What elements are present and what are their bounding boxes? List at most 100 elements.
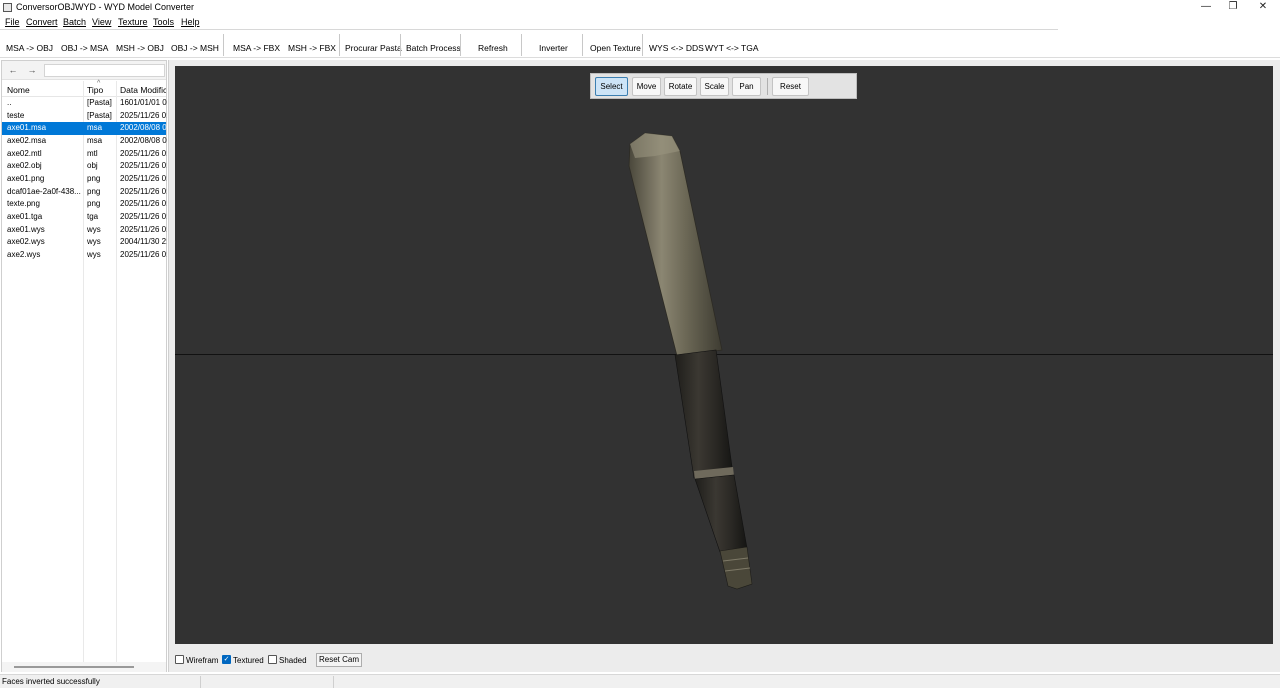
file-date: 2025/11/26 0: (120, 199, 167, 209)
close-button[interactable]: ✕ (1248, 0, 1278, 15)
procurar-pasta-button[interactable]: Procurar Pasta (345, 43, 402, 53)
file-row[interactable]: axe2.wys wys 2025/11/26 0: (2, 249, 167, 262)
render-options-bar: Wirefram ✓ Textured Shaded Reset Cam (168, 651, 1280, 671)
file-type: png (87, 186, 101, 196)
file-row[interactable]: axe02.obj obj 2025/11/26 0: (2, 160, 167, 173)
pan-tool-button[interactable]: Pan (732, 77, 761, 96)
inverter-button[interactable]: Inverter (539, 43, 568, 53)
title-bar: ConversorOBJWYD - WYD Model Converter — … (0, 0, 1280, 15)
toolbar-separator (339, 34, 340, 56)
scale-tool-button[interactable]: Scale (700, 77, 729, 96)
file-row[interactable]: axe01.png png 2025/11/26 0: (2, 173, 167, 186)
file-name: axe02.wys (7, 237, 45, 247)
file-date: 2025/11/26 0: (120, 148, 167, 158)
rotate-tool-button[interactable]: Rotate (664, 77, 697, 96)
file-date: 2025/11/26 0: (120, 161, 167, 171)
column-header-type[interactable]: Tipo (87, 85, 103, 95)
textured-label: Textured (233, 656, 264, 665)
wyt-tga-button[interactable]: WYT <-> TGA (705, 43, 759, 53)
file-name: axe02.mtl (7, 148, 42, 158)
shaded-label: Shaded (279, 656, 307, 665)
file-type: mtl (87, 148, 98, 158)
batch-process-button[interactable]: Batch Process (406, 43, 461, 53)
select-tool-button[interactable]: Select (595, 77, 628, 96)
file-name: texte.png (7, 199, 40, 209)
file-name: axe01.msa (7, 123, 47, 133)
textured-checkbox[interactable]: ✓ (222, 655, 231, 664)
file-name: axe02.msa (7, 135, 47, 145)
restore-button[interactable]: ❐ (1218, 0, 1248, 15)
menu-view[interactable]: View (92, 17, 111, 27)
horizontal-scrollbar-thumb[interactable] (14, 666, 134, 668)
status-divider (333, 676, 334, 688)
file-row[interactable]: .. [Pasta] 1601/01/01 0( (2, 97, 167, 110)
open-texture-button[interactable]: Open Texture (590, 43, 641, 53)
file-type: [Pasta] (87, 110, 112, 120)
file-type: png (87, 173, 101, 183)
file-name: axe2.wys (7, 249, 41, 259)
file-date: 2025/11/26 0: (120, 224, 167, 234)
file-name: dcaf01ae-2a0f-438... (7, 186, 81, 196)
file-name: axe01.wys (7, 224, 45, 234)
axe-grip-lower (694, 474, 748, 553)
file-name: axe02.obj (7, 161, 42, 171)
wys-dds-button[interactable]: WYS <-> DDS (649, 43, 704, 53)
file-date: 2025/11/26 0: (120, 110, 167, 120)
file-row[interactable]: axe01.wys wys 2025/11/26 0: (2, 224, 167, 237)
file-row[interactable]: dcaf01ae-2a0f-438... png 2025/11/26 0: (2, 186, 167, 199)
file-date: 2004/11/30 2: (120, 237, 167, 247)
wireframe-checkbox[interactable] (175, 655, 184, 664)
file-type: wys (87, 224, 101, 234)
file-date: 2025/11/26 0: (120, 186, 167, 196)
toolbar-separator (642, 34, 643, 56)
menu-tools[interactable]: Tools (153, 17, 174, 27)
toolbar-separator (460, 34, 461, 56)
file-row[interactable]: axe02.mtl mtl 2025/11/26 0: (2, 148, 167, 161)
status-divider (200, 676, 201, 688)
file-row[interactable]: texte.png png 2025/11/26 0: (2, 198, 167, 211)
menu-bar: File Convert Batch View Texture Tools He… (0, 15, 1280, 29)
file-row[interactable]: teste [Pasta] 2025/11/26 0: (2, 110, 167, 123)
toolbar-separator (400, 34, 401, 56)
minimize-button[interactable]: — (1191, 0, 1221, 15)
file-date: 2002/08/08 0( (120, 135, 167, 145)
back-arrow-icon[interactable]: ← (5, 64, 21, 77)
msa-to-obj-button[interactable]: MSA -> OBJ (6, 43, 53, 53)
file-type: png (87, 199, 101, 209)
column-header-date[interactable]: Data Modific (120, 85, 166, 95)
3d-viewport[interactable]: Select Move Rotate Scale Pan Reset (175, 66, 1273, 644)
file-row[interactable]: axe02.wys wys 2004/11/30 2: (2, 236, 167, 249)
file-row[interactable]: axe02.msa msa 2002/08/08 0( (2, 135, 167, 148)
reset-tool-button[interactable]: Reset (772, 77, 809, 96)
file-date: 2025/11/26 0: (120, 211, 167, 221)
path-input[interactable] (44, 64, 165, 77)
refresh-button[interactable]: Refresh (478, 43, 508, 53)
app-icon (3, 3, 12, 12)
navigation-bar: ← → (2, 61, 166, 80)
menu-texture[interactable]: Texture (118, 17, 148, 27)
forward-arrow-icon[interactable]: → (24, 64, 40, 77)
menu-batch[interactable]: Batch (63, 17, 86, 27)
shaded-checkbox[interactable] (268, 655, 277, 664)
axe-grip (674, 349, 734, 479)
obj-to-msh-button[interactable]: OBJ -> MSH (171, 43, 219, 53)
file-row[interactable]: axe01.msa msa 2002/08/08 0( (2, 122, 167, 135)
msa-to-fbx-button[interactable]: MSA -> FBX (233, 43, 280, 53)
msh-to-fbx-button[interactable]: MSH -> FBX (288, 43, 336, 53)
menu-help[interactable]: Help (181, 17, 200, 27)
file-date: 1601/01/01 0( (120, 98, 167, 107)
column-header-name[interactable]: Nome (7, 85, 30, 95)
file-row[interactable]: axe01.tga tga 2025/11/26 0: (2, 211, 167, 224)
reset-cam-button[interactable]: Reset Cam (316, 653, 362, 667)
msh-to-obj-button[interactable]: MSH -> OBJ (116, 43, 164, 53)
obj-to-msa-button[interactable]: OBJ -> MSA (61, 43, 108, 53)
viewport-toolbar: Select Move Rotate Scale Pan Reset (590, 73, 857, 99)
file-type: wys (87, 237, 101, 247)
move-tool-button[interactable]: Move (632, 77, 661, 96)
axe-model[interactable] (175, 66, 1273, 644)
menu-file[interactable]: File (5, 17, 20, 27)
file-date: 2025/11/26 0: (120, 173, 167, 183)
menu-convert[interactable]: Convert (26, 17, 58, 27)
file-type: wys (87, 249, 101, 259)
status-bar: Faces inverted successfully (0, 674, 1280, 688)
